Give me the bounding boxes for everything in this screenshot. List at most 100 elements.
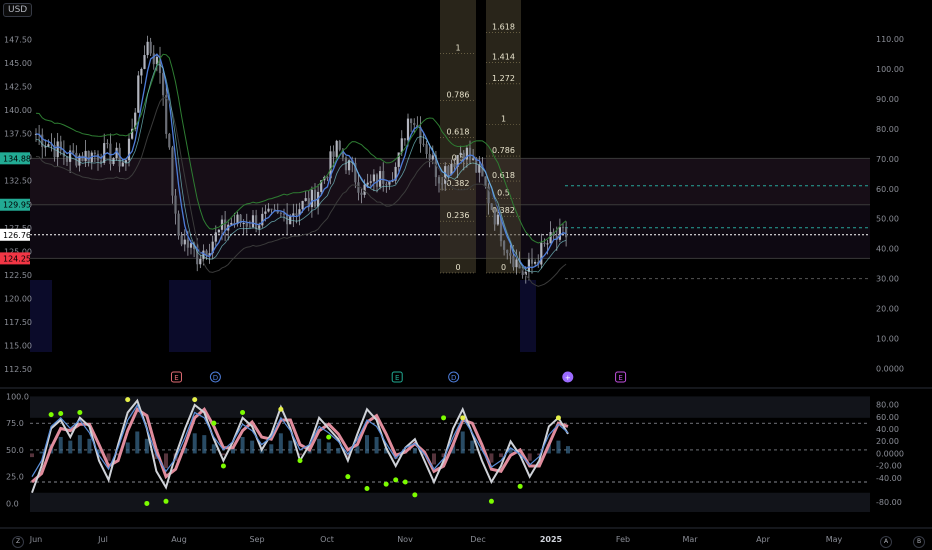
osc-right-tick: 80.00 <box>876 401 899 410</box>
right-axis-tick: 40.00 <box>876 245 899 254</box>
left-axis-tick: 117.50 <box>4 318 32 327</box>
candle-body <box>72 150 75 153</box>
x-axis-tick: Sep <box>249 535 264 544</box>
signal-dot <box>48 412 54 418</box>
left-axis-tick: 140.00 <box>4 106 32 115</box>
macd-histogram-bar <box>87 438 92 454</box>
candle-body <box>143 55 146 69</box>
signal-dot <box>517 483 523 489</box>
signal-dot <box>144 500 150 506</box>
candle-body <box>530 259 534 264</box>
candle-body <box>87 150 90 163</box>
fib-right-level-label: 1.272 <box>492 74 515 83</box>
signal-dot <box>441 415 447 421</box>
macd-histogram-bar <box>192 433 197 454</box>
x-axis-tick: May <box>826 535 843 544</box>
candle-body <box>295 213 298 215</box>
candle-body <box>372 174 375 182</box>
dividend-icon-label: D <box>213 374 218 382</box>
macd-histogram-bar <box>556 440 561 454</box>
candle-body <box>282 213 286 215</box>
candle-body <box>357 182 360 193</box>
candle-body <box>484 176 487 187</box>
candle-body <box>366 182 369 185</box>
macd-histogram-bar <box>278 433 283 454</box>
fib-left-level-label: 0.382 <box>447 179 470 188</box>
candle-body <box>214 232 217 242</box>
candle-body <box>279 212 282 214</box>
left-axis-tick: 132.50 <box>4 177 32 186</box>
osc-right-tick: 0.0000 <box>876 449 904 458</box>
candle-body <box>137 75 140 113</box>
signal-dot <box>278 406 284 412</box>
signal-dot <box>297 458 303 464</box>
macd-histogram-bar <box>499 453 503 458</box>
candle-body <box>202 250 205 260</box>
signal-dot <box>58 411 64 417</box>
earnings-icon-label: E <box>174 374 178 382</box>
candle-body <box>382 171 385 184</box>
osc-right-tick: 20.00 <box>876 437 899 446</box>
candle-body <box>255 215 258 229</box>
right-axis-tick: 30.00 <box>876 275 899 284</box>
candle-body <box>93 152 96 154</box>
macd-histogram-bar <box>240 436 245 454</box>
osc-left-tick: 0.0 <box>6 499 19 508</box>
candle-body <box>180 235 183 245</box>
right-axis-tick: 20.00 <box>876 305 899 314</box>
candle-body <box>242 223 245 225</box>
signal-dot <box>488 498 494 504</box>
macd-histogram-bar <box>221 453 226 456</box>
macd-histogram-bar <box>135 431 140 454</box>
candle-body <box>468 147 472 160</box>
x-axis-tick: Dec <box>470 535 485 544</box>
candle-body <box>509 253 512 256</box>
fib-left-level-label: 0 <box>455 263 460 272</box>
zoom-button[interactable]: Z <box>12 536 24 548</box>
candle-body <box>103 143 106 163</box>
candle-body <box>224 219 227 231</box>
candle-body <box>549 231 552 244</box>
candle-body <box>183 239 186 245</box>
candle-body <box>292 213 295 216</box>
candle-body <box>406 118 410 141</box>
right-axis-tick: 110.00 <box>876 35 904 44</box>
candle-body <box>199 259 202 265</box>
auto-scale-button[interactable]: A <box>880 536 892 548</box>
chart-canvas[interactable]: 00.2360.3820.50.6180.786100.3820.50.6180… <box>0 0 932 550</box>
candle-body <box>385 183 388 185</box>
candle-body <box>543 242 546 244</box>
signal-dot <box>77 409 83 415</box>
candle-body <box>186 239 189 248</box>
candle-body <box>512 255 515 268</box>
candle-body <box>546 243 549 245</box>
currency-badge[interactable]: USD <box>3 3 33 17</box>
fib-right-box <box>486 0 521 273</box>
osc-right-tick: 40.00 <box>876 425 899 434</box>
session-shade <box>169 280 211 352</box>
right-axis-tick: 10.00 <box>876 335 899 344</box>
macd-histogram-bar <box>77 435 82 454</box>
signal-dot <box>211 420 217 426</box>
fib-left-level-label: 0.618 <box>447 127 470 136</box>
candle-body <box>403 138 406 141</box>
x-axis-tick: Apr <box>756 535 771 544</box>
macd-histogram-bar <box>202 435 207 454</box>
candle-body <box>437 177 441 184</box>
candle-body <box>149 41 152 54</box>
candle-body <box>515 259 518 268</box>
macd-histogram-bar <box>68 440 73 454</box>
signal-dot <box>326 434 332 440</box>
x-axis-tick: Jul <box>97 535 108 544</box>
candle-body <box>140 68 143 76</box>
candle-body <box>56 141 59 158</box>
osc-right-tick: -80.00 <box>876 498 902 507</box>
candle-body <box>270 208 273 210</box>
log-scale-button[interactable]: B <box>913 536 925 548</box>
candle-body <box>472 158 475 160</box>
candle-body <box>264 211 267 214</box>
candle-body <box>267 208 270 212</box>
earnings-icon-label: E <box>618 374 622 382</box>
candle-body <box>230 222 233 225</box>
signal-dot <box>383 481 389 487</box>
